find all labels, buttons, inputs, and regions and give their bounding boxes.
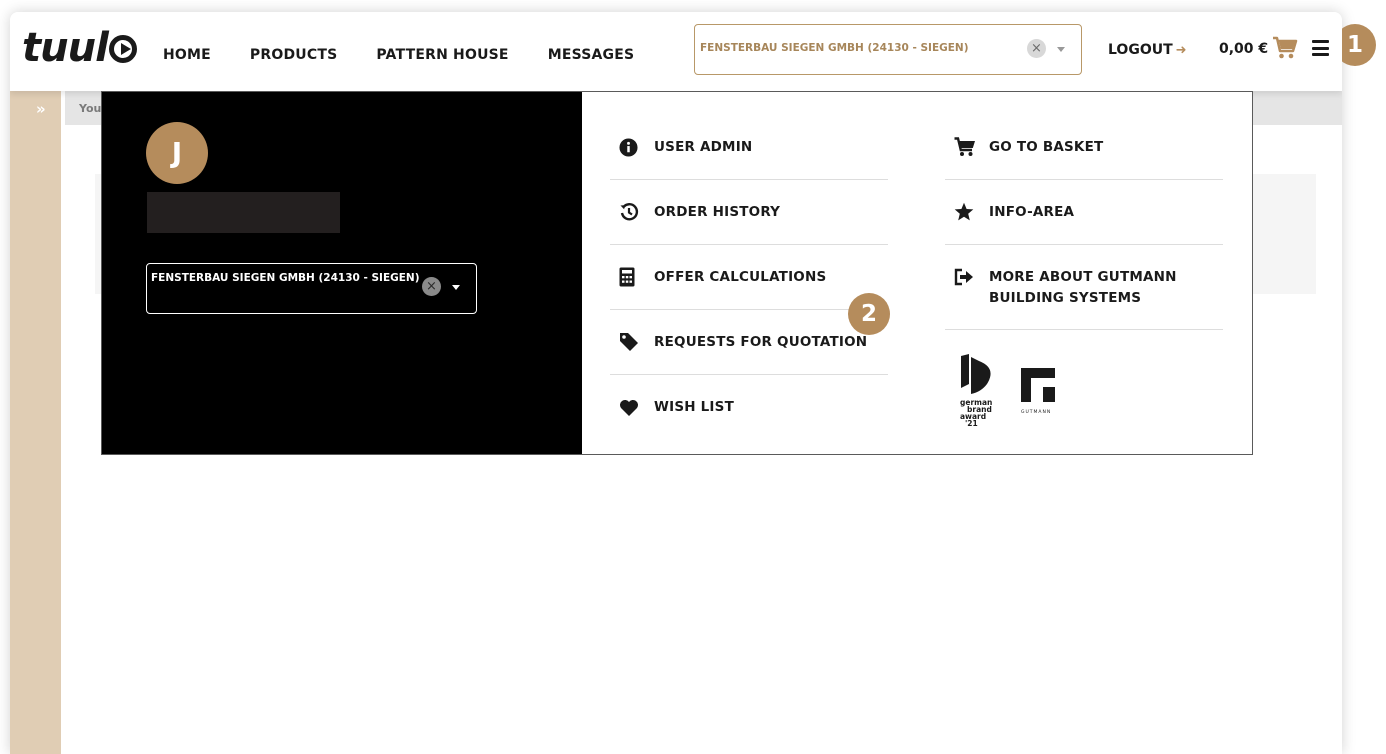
- profile-company-select-value: FENSTERBAU SIEGEN GMBH (24130 - SIEGEN): [151, 272, 420, 284]
- nav-pattern-house[interactable]: PATTERN HOUSE: [376, 47, 508, 63]
- cart-total: 0,00 €: [1219, 41, 1269, 57]
- menu-item-label: MORE ABOUT GUTMANN BUILDING SYSTEMS: [989, 269, 1177, 306]
- tag-icon: [610, 332, 654, 352]
- main-nav: HOME PRODUCTS PATTERN HOUSE MESSAGES: [163, 47, 673, 63]
- german-brand-award-logo: german brand award '21: [960, 354, 995, 428]
- hamburger-menu-icon[interactable]: [1312, 40, 1329, 56]
- menu-item-wish-list[interactable]: WISH LIST: [610, 375, 888, 440]
- logout-link[interactable]: LOGOUT ➜: [1108, 42, 1187, 58]
- svg-text:GUTMANN: GUTMANN: [1021, 409, 1051, 415]
- svg-text:german brand a: german brand award '21: [960, 398, 995, 428]
- logout-label: LOGOUT: [1108, 42, 1173, 58]
- chevron-down-icon[interactable]: [452, 285, 460, 290]
- menu-item-order-history[interactable]: ORDER HISTORY: [610, 180, 888, 245]
- account-menu-column: USER ADMIN ORDER HISTORY OFFER CALCULATI…: [610, 115, 888, 440]
- menu-item-user-admin[interactable]: USER ADMIN: [610, 115, 888, 180]
- brand-logos: german brand award '21 GUTMANN: [959, 354, 1055, 430]
- info-icon: [610, 137, 654, 157]
- menu-item-info-area[interactable]: INFO-AREA: [945, 180, 1223, 245]
- logout-icon: ➜: [1175, 43, 1187, 58]
- expand-sidebar-icon[interactable]: »: [36, 100, 46, 118]
- clear-icon[interactable]: ×: [422, 277, 441, 296]
- nav-products[interactable]: PRODUCTS: [250, 47, 337, 63]
- menu-item-label: USER ADMIN: [654, 138, 753, 155]
- top-navigation-bar: tuul HOME PRODUCTS PATTERN HOUSE MESSAGE…: [10, 12, 1342, 91]
- menu-item-label: ORDER HISTORY: [654, 203, 781, 220]
- menu-item-label: INFO-AREA: [989, 203, 1075, 220]
- menu-item-offer-calculations[interactable]: OFFER CALCULATIONS: [610, 245, 888, 310]
- company-select[interactable]: FENSTERBAU SIEGEN GMBH (24130 - SIEGEN) …: [694, 24, 1082, 75]
- user-profile-panel: J FENSTERBAU SIEGEN GMBH (24130 - SIEGEN…: [102, 92, 582, 454]
- clear-icon[interactable]: ×: [1027, 39, 1046, 58]
- logo-text: tuul: [22, 25, 109, 71]
- history-icon: [610, 202, 654, 222]
- menu-item-go-to-basket[interactable]: GO TO BASKET: [945, 115, 1223, 180]
- profile-company-select[interactable]: FENSTERBAU SIEGEN GMBH (24130 - SIEGEN) …: [146, 263, 477, 314]
- menu-item-label: REQUESTS FOR QUOTATION: [654, 333, 868, 350]
- user-name-redacted: [147, 192, 340, 233]
- step-badge-2: 2: [848, 293, 890, 335]
- breadcrumb-text: You: [79, 102, 102, 115]
- nav-messages[interactable]: MESSAGES: [548, 47, 635, 63]
- play-icon: [108, 35, 137, 63]
- calculator-icon: [610, 267, 654, 287]
- menu-item-more-about-gutmann[interactable]: MORE ABOUT GUTMANN BUILDING SYSTEMS: [945, 245, 1223, 330]
- info-menu-column: GO TO BASKET INFO-AREA MORE ABOUT GUTMAN…: [945, 115, 1223, 330]
- cart-icon: [945, 137, 989, 157]
- user-mega-menu: J FENSTERBAU SIEGEN GMBH (24130 - SIEGEN…: [101, 91, 1253, 455]
- star-icon: [945, 202, 989, 222]
- nav-home[interactable]: HOME: [163, 47, 211, 63]
- menu-item-requests-for-quotation[interactable]: REQUESTS FOR QUOTATION: [610, 310, 888, 375]
- chevron-down-icon[interactable]: [1057, 47, 1065, 52]
- cart-icon[interactable]: [1272, 36, 1298, 60]
- heart-icon: [610, 399, 654, 417]
- menu-item-label: WISH LIST: [654, 399, 734, 415]
- company-select-value: FENSTERBAU SIEGEN GMBH (24130 - SIEGEN): [700, 42, 969, 54]
- sign-out-icon: [945, 267, 989, 286]
- menu-item-label: GO TO BASKET: [989, 138, 1104, 155]
- menu-item-label: OFFER CALCULATIONS: [654, 268, 827, 285]
- gutmann-logo: GUTMANN: [1021, 368, 1055, 415]
- tuulo-logo[interactable]: tuul: [22, 26, 137, 70]
- sidebar: »: [10, 91, 61, 754]
- avatar: J: [146, 122, 208, 184]
